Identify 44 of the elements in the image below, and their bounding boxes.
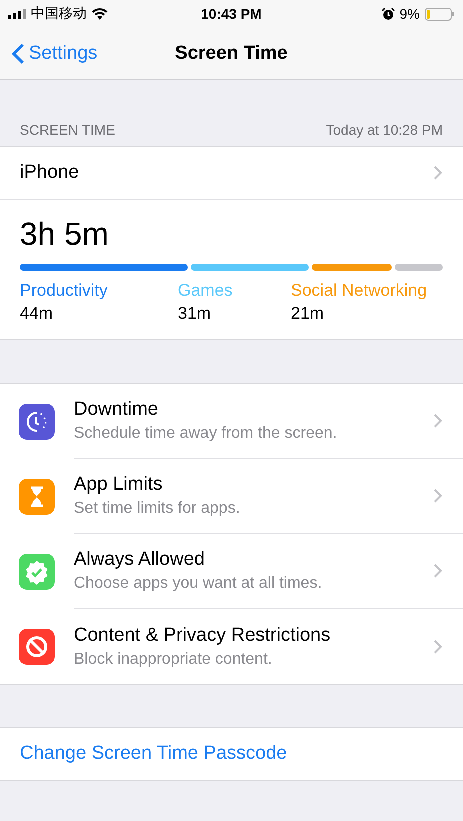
change-passcode-link[interactable]: Change Screen Time Passcode bbox=[20, 743, 288, 765]
settings-row[interactable]: App Limits Set time limits for apps. bbox=[0, 459, 463, 534]
carrier-name: 中国移动 bbox=[31, 5, 87, 23]
alarm-icon bbox=[382, 8, 395, 20]
row-subtitle: Block inappropriate content. bbox=[74, 650, 274, 668]
total-time: 3h 5m bbox=[20, 215, 110, 254]
page-title: Screen Time bbox=[175, 42, 288, 64]
back-button[interactable]: Settings bbox=[0, 42, 104, 66]
battery-percent: 9% bbox=[400, 6, 420, 22]
device-row[interactable]: iPhone bbox=[0, 147, 463, 200]
chevron-icon bbox=[433, 638, 443, 654]
row-subtitle: Schedule time away from the screen. bbox=[74, 425, 338, 443]
device-name: iPhone bbox=[20, 162, 80, 184]
chevron-icon bbox=[433, 488, 443, 504]
settings-row[interactable]: Content & Privacy Restrictions Block inappropriate content. bbox=[0, 609, 463, 684]
signal-icon bbox=[8, 9, 26, 19]
hourglass-icon bbox=[19, 478, 55, 514]
row-subtitle: Choose apps you want at all times. bbox=[74, 575, 324, 593]
row-title: Downtime bbox=[74, 399, 160, 421]
category-time: 21m bbox=[291, 304, 326, 324]
chevron-icon bbox=[433, 165, 443, 181]
status-time: 10:43 PM bbox=[200, 6, 263, 22]
usage-segment bbox=[394, 264, 443, 271]
prohibited-icon bbox=[19, 628, 55, 664]
row-title: Content & Privacy Restrictions bbox=[74, 624, 332, 646]
updated-time: Today at 10:28 PM bbox=[326, 122, 443, 138]
category-time: 44m bbox=[20, 304, 54, 324]
row-subtitle: Set time limits for apps. bbox=[74, 500, 242, 518]
row-title: App Limits bbox=[74, 474, 164, 496]
wifi-icon bbox=[92, 8, 108, 20]
row-title: Always Allowed bbox=[74, 549, 206, 571]
chevron-icon bbox=[433, 413, 443, 429]
chevron-icon bbox=[433, 563, 443, 579]
back-chevron-icon bbox=[12, 42, 25, 64]
moon-clock-icon bbox=[19, 404, 55, 440]
settings-row[interactable]: Downtime Schedule time away from the screen. bbox=[0, 384, 463, 459]
category-time: 31m bbox=[178, 304, 212, 324]
battery-icon bbox=[425, 8, 455, 20]
category-label: Social Networking bbox=[291, 281, 428, 301]
settings-row[interactable]: Always Allowed Choose apps you want at all times. bbox=[0, 534, 463, 609]
category-label: Productivity bbox=[20, 281, 109, 301]
section-header: SCREEN TIME bbox=[20, 122, 116, 138]
category-label: Games bbox=[178, 281, 234, 301]
check-badge-icon bbox=[19, 554, 55, 590]
